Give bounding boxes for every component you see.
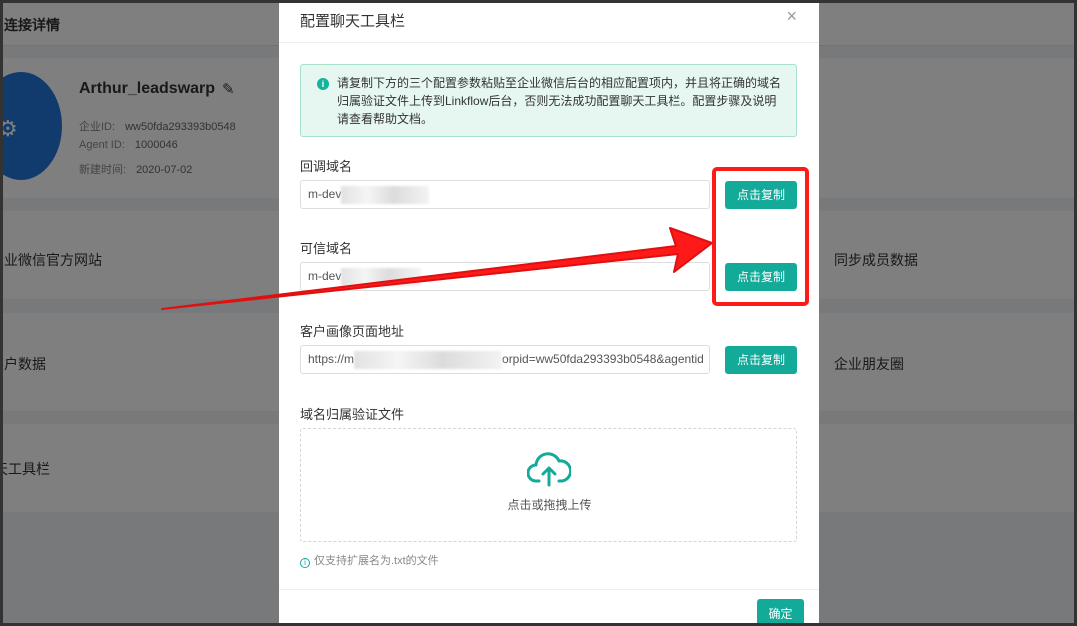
callback-domain-label: 回调域名 (300, 159, 353, 174)
copy-trusted-domain-button[interactable]: 点击复制 (725, 263, 797, 291)
divider (279, 589, 819, 590)
profile-page-url-input[interactable]: https://m orpid=ww50fda293393b0548&agenti… (300, 345, 710, 374)
upload-text: 点击或拖拽上传 (507, 498, 592, 512)
redacted-text (341, 267, 422, 286)
upload-dropzone[interactable]: 点击或拖拽上传 (300, 428, 797, 542)
trusted-domain-label: 可信域名 (300, 241, 353, 256)
info-icon: i (317, 78, 329, 90)
close-icon[interactable]: × (786, 6, 797, 27)
divider (279, 42, 819, 43)
redacted-text (354, 350, 503, 369)
info-icon: i (300, 558, 310, 568)
copy-profile-page-url-button[interactable]: 点击复制 (725, 346, 797, 374)
confirm-button[interactable]: 确定 (757, 599, 804, 626)
info-alert: i 请复制下方的三个配置参数粘贴至企业微信后台的相应配置项内，并且将正确的域名归… (300, 64, 797, 137)
trusted-domain-input[interactable]: m-dev (300, 262, 710, 291)
file-type-hint: i 仅支持扩展名为.txt的文件 (300, 552, 439, 568)
profile-page-url-label: 客户画像页面地址 (300, 324, 405, 339)
cloud-upload-icon (527, 452, 571, 487)
verify-file-label: 域名归属验证文件 (300, 407, 405, 422)
alert-text: 请复制下方的三个配置参数粘贴至企业微信后台的相应配置项内，并且将正确的域名归属验… (337, 76, 782, 126)
copy-callback-domain-button[interactable]: 点击复制 (725, 181, 797, 209)
config-modal: 配置聊天工具栏 × i 请复制下方的三个配置参数粘贴至企业微信后台的相应配置项内… (279, 0, 819, 626)
modal-title: 配置聊天工具栏 (300, 13, 406, 30)
redacted-text (341, 185, 430, 204)
callback-domain-input[interactable]: m-dev (300, 180, 710, 209)
